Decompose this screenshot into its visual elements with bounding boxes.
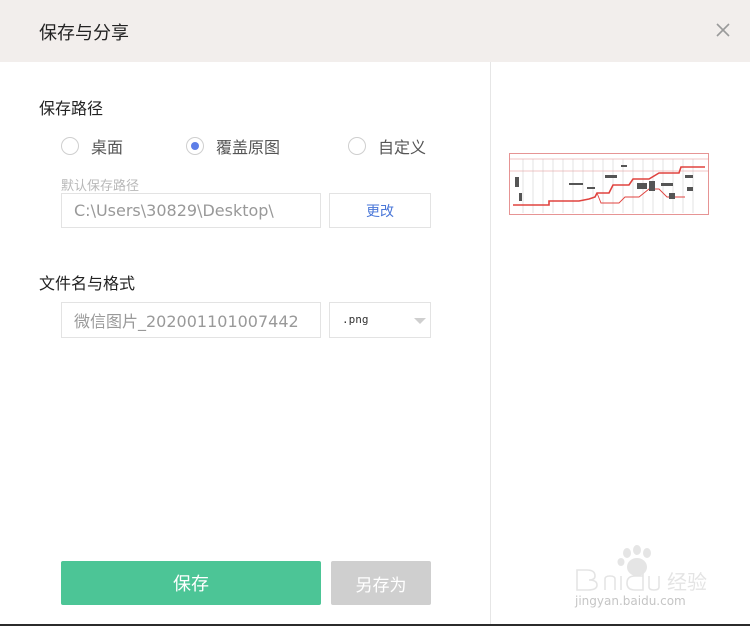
radio-custom-label: 自定义 — [378, 138, 427, 157]
radio-desktop[interactable]: 桌面 — [61, 134, 123, 158]
watermark-cn: 经验 — [667, 570, 707, 594]
save-button[interactable]: 保存 — [61, 561, 321, 605]
radio-custom[interactable]: 自定义 — [348, 134, 426, 158]
default-path-hint: 默认保存路径 — [61, 179, 140, 194]
save-path-field[interactable]: C:\Users\30829\Desktop\ — [61, 193, 321, 228]
radio-circle[interactable] — [348, 137, 366, 155]
change-path-button[interactable]: 更改 — [329, 193, 431, 228]
dialog-title: 保存与分享 — [39, 23, 129, 44]
watermark-url: jingyan.baidu.com — [575, 594, 686, 608]
format-select-value: .png — [342, 313, 369, 326]
radio-overwrite[interactable]: 覆盖原图 — [186, 134, 280, 158]
radio-circle[interactable] — [61, 137, 79, 155]
chevron-down-icon — [414, 318, 426, 324]
radio-circle-checked[interactable] — [186, 137, 204, 155]
format-select[interactable]: .png — [329, 302, 431, 338]
radio-desktop-label: 桌面 — [91, 138, 124, 157]
preview-panel — [491, 62, 750, 626]
save-as-button[interactable]: 另存为 — [331, 561, 431, 605]
filename-format-label: 文件名与格式 — [39, 274, 136, 293]
close-icon[interactable] — [712, 19, 734, 41]
image-preview — [509, 153, 709, 215]
radio-overwrite-label: 覆盖原图 — [216, 138, 281, 157]
filename-input[interactable]: 微信图片_202001101007442 — [61, 302, 321, 338]
dialog-titlebar: 保存与分享 — [0, 0, 750, 62]
save-path-label: 保存路径 — [39, 99, 104, 118]
